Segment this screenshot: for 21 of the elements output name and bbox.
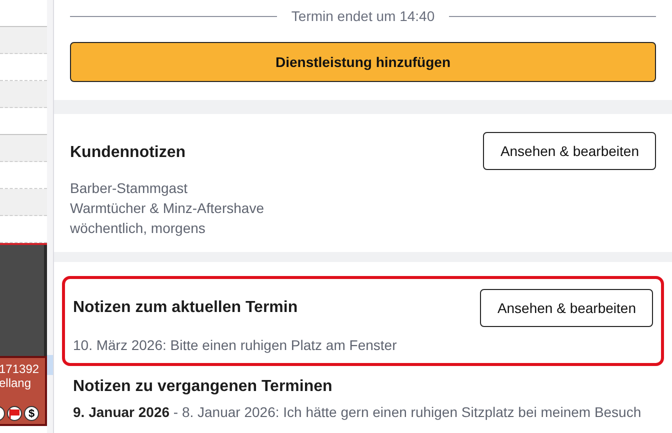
calendar-slot[interactable] <box>0 189 47 216</box>
calendar-slot[interactable] <box>0 81 47 108</box>
past-note: 9. Januar 2026 - 8. Januar 2026: Ich hätte gern einen ruhigen Sitzplatz bei meinem Besuch <box>73 403 642 422</box>
edit-button[interactable]: Ansehen & bearbeiten <box>480 289 653 327</box>
section-title: Notizen zum aktuellen Termin <box>73 299 298 317</box>
add-service-button[interactable]: Dienstleistung hinzufügen <box>70 42 656 82</box>
end-time-label: Termin endet um 14:40 <box>291 8 435 24</box>
edit-button[interactable]: Ansehen & bearbeiten <box>483 132 656 170</box>
section-title: Kundennotizen <box>70 144 186 162</box>
note-line: wöchentlich, morgens <box>70 219 206 238</box>
appointment-text: 171392 <box>0 362 40 376</box>
note-line: Warmtücher & Minz-Aftershave <box>70 199 265 218</box>
slot-highlight <box>47 355 53 375</box>
note-line: Barber-Stammgast <box>70 179 188 198</box>
note-line: 10. März 2026: Bitte einen ruhigen Platz am Fenster <box>73 336 398 355</box>
flag-icon <box>7 406 22 421</box>
section-title: Notizen zu vergangenen Terminen <box>73 378 334 396</box>
calendar-slot[interactable] <box>0 27 47 54</box>
dollar-badge: $ <box>24 406 39 421</box>
calendar-slot[interactable] <box>0 135 47 162</box>
current-time-line <box>0 243 47 245</box>
